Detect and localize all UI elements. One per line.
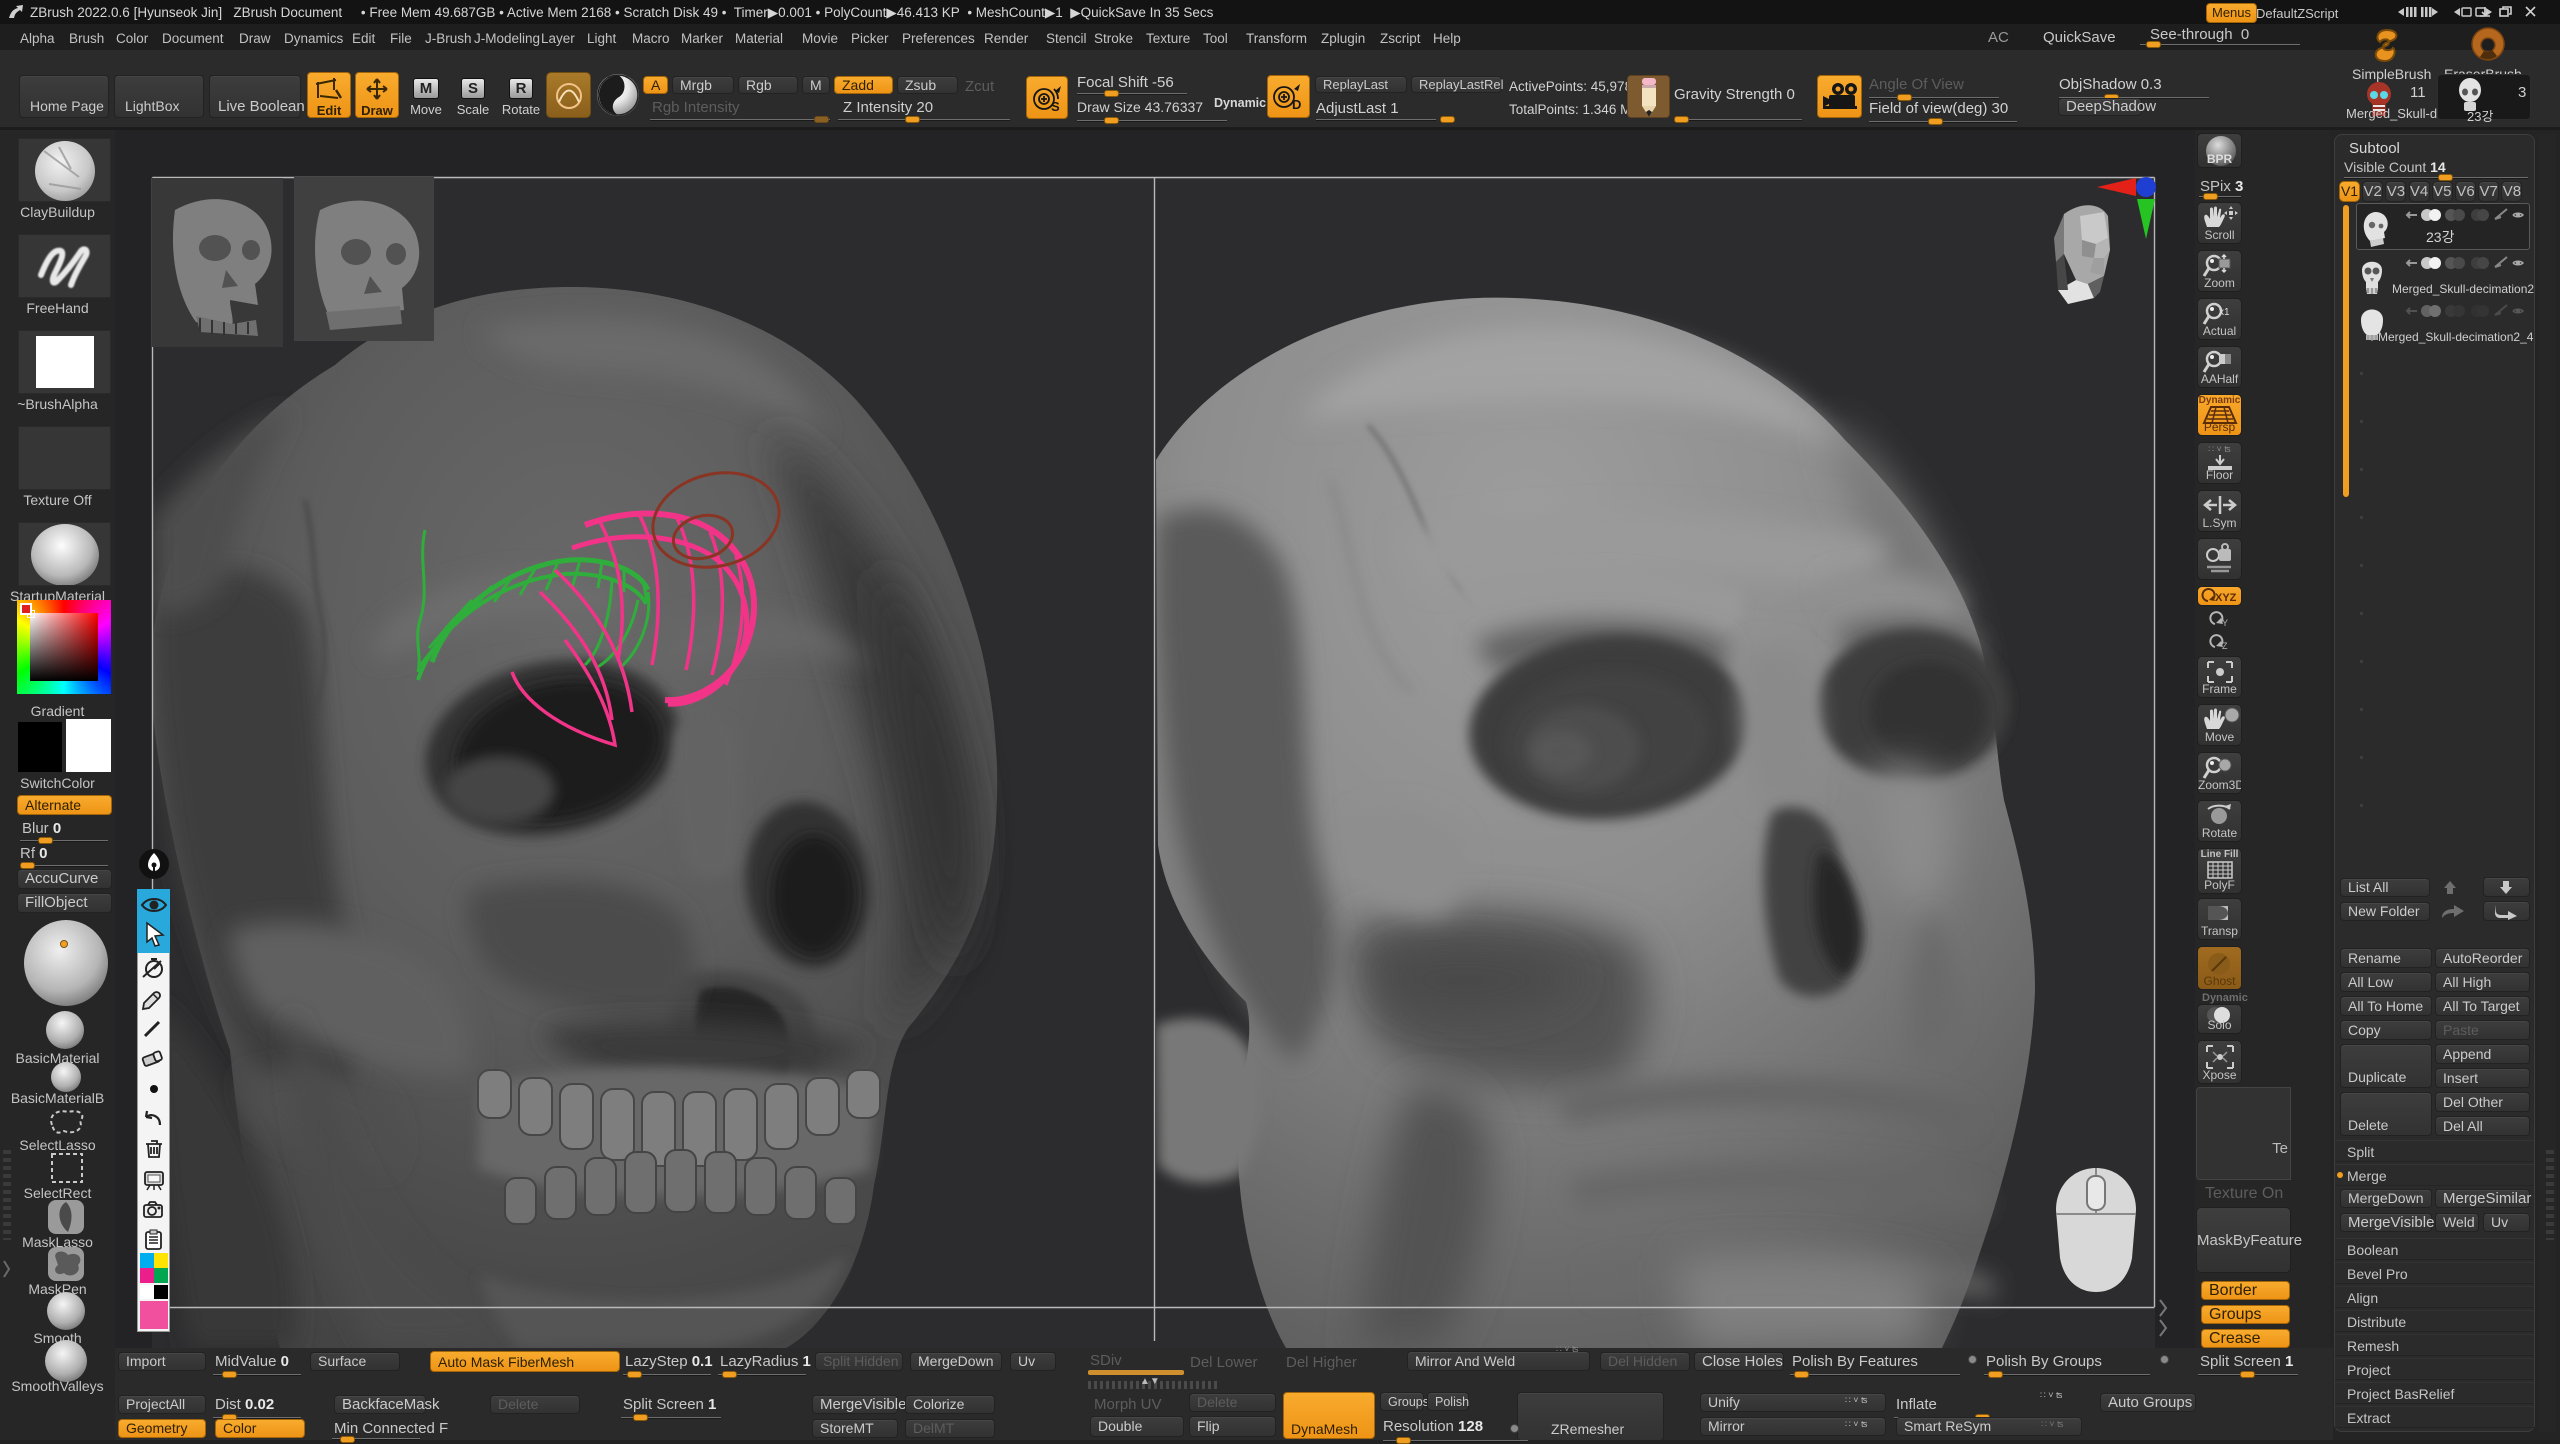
svg-text:XYZ: XYZ: [2215, 592, 2237, 604]
svg-text:x1: x1: [2219, 307, 2230, 318]
svg-text:Z: Z: [2222, 641, 2228, 651]
svg-text:D: D: [1292, 97, 1301, 112]
svg-text:S: S: [1051, 99, 1060, 114]
svg-text:Y: Y: [2222, 618, 2228, 628]
